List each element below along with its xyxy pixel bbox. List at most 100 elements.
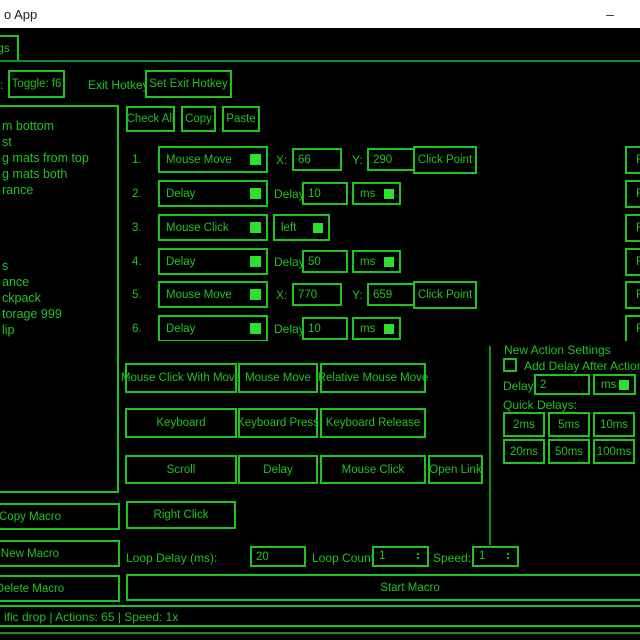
- y-input[interactable]: [367, 283, 417, 306]
- macro-list-item[interactable]: rance: [2, 183, 115, 199]
- x-label: X:: [276, 153, 287, 167]
- minimize-button[interactable]: –: [588, 0, 632, 28]
- macro-list-item[interactable]: s: [2, 259, 115, 275]
- new-macro-button[interactable]: New Macro: [0, 540, 120, 567]
- copy-button[interactable]: Copy: [181, 106, 216, 132]
- action-row-1: 1. Mouse Move X: Y: Click Point R: [119, 146, 640, 174]
- settings-delay-input[interactable]: [534, 374, 590, 395]
- macro-list-item[interactable]: g mats both: [2, 167, 115, 183]
- dropdown-arrow-icon: [250, 188, 261, 199]
- x-input[interactable]: [292, 283, 342, 306]
- toggle-hotkey-button[interactable]: Toggle: f6: [8, 70, 65, 98]
- check-all-button[interactable]: Check All: [126, 106, 175, 132]
- quick-delay-10ms-button[interactable]: 10ms: [593, 412, 635, 437]
- stepper-arrows-icon[interactable]: ▲▼: [414, 548, 422, 565]
- button-label: 2ms: [513, 419, 535, 431]
- action-type-dropdown[interactable]: Mouse Move: [158, 281, 268, 308]
- action-type-dropdown[interactable]: Delay: [158, 248, 268, 275]
- remove-button[interactable]: R: [625, 281, 640, 309]
- dropdown-arrow-icon: [384, 189, 394, 199]
- delay-input[interactable]: [302, 182, 348, 205]
- remove-label: R: [636, 256, 640, 268]
- row-number: 5.: [132, 288, 142, 302]
- delay-input[interactable]: [302, 250, 348, 273]
- delete-macro-button[interactable]: Delete Macro: [0, 575, 120, 602]
- quick-delay-2ms-button[interactable]: 2ms: [503, 412, 545, 437]
- unit-dropdown[interactable]: ms: [352, 317, 401, 340]
- remove-button[interactable]: R: [625, 248, 640, 276]
- remove-button[interactable]: R: [625, 315, 640, 341]
- loop-count-stepper[interactable]: 1 ▲▼: [372, 546, 429, 567]
- macro-list-item[interactable]: ckpack: [2, 291, 115, 307]
- set-exit-hotkey-button[interactable]: Set Exit Hotkey: [145, 70, 232, 98]
- add-mouse-click-with-move-button[interactable]: Mouse Click With Move: [125, 363, 237, 393]
- button-label: Relative Mouse Move: [318, 372, 429, 384]
- add-mouse-move-button[interactable]: Mouse Move: [238, 363, 318, 393]
- action-row-4: 4. Delay Delay ms R: [119, 248, 640, 276]
- quick-delay-50ms-button[interactable]: 50ms: [548, 439, 590, 464]
- unit-value: ms: [360, 188, 375, 200]
- add-scroll-button[interactable]: Scroll: [125, 455, 237, 484]
- add-relative-mouse-move-button[interactable]: Relative Mouse Move: [320, 363, 426, 393]
- click-point-button[interactable]: Click Point: [413, 281, 477, 309]
- action-type-dropdown[interactable]: Mouse Click: [158, 214, 268, 241]
- loop-delay-label: Loop Delay (ms):: [126, 551, 217, 565]
- x-label: X:: [276, 288, 287, 302]
- unit-dropdown[interactable]: ms: [352, 182, 401, 205]
- copy-macro-button[interactable]: Copy Macro: [0, 503, 120, 530]
- button-label: Delete Macro: [0, 583, 64, 595]
- action-type-dropdown[interactable]: Delay: [158, 315, 268, 341]
- app-window: o App – gs : Toggle: f6 Exit Hotkey: Set…: [0, 0, 640, 640]
- action-type-dropdown[interactable]: Delay: [158, 180, 268, 207]
- row-number: 3.: [132, 221, 142, 235]
- start-macro-button[interactable]: Start Macro: [126, 574, 640, 601]
- delay-input[interactable]: [302, 317, 348, 340]
- x-input[interactable]: [292, 148, 342, 171]
- settings-unit-dropdown[interactable]: ms: [593, 374, 636, 395]
- y-input[interactable]: [367, 148, 417, 171]
- button-label: Right Click: [154, 509, 209, 521]
- stepper-arrows-icon[interactable]: ▲▼: [504, 548, 512, 565]
- remove-button[interactable]: R: [625, 146, 640, 174]
- add-keyboard-press-button[interactable]: Keyboard Press: [238, 408, 318, 438]
- add-mouse-click-button[interactable]: Mouse Click: [320, 455, 426, 484]
- speed-stepper[interactable]: 1 ▲▼: [472, 546, 519, 567]
- button-label: Keyboard Release: [326, 417, 421, 429]
- speed-value: 1: [479, 550, 485, 562]
- add-right-click-button[interactable]: Right Click: [126, 501, 236, 529]
- action-type-value: Mouse Click: [166, 222, 229, 234]
- add-delay-button[interactable]: Delay: [238, 455, 318, 484]
- quick-delays-label: Quick Delays:: [503, 398, 577, 412]
- action-rows-viewport[interactable]: 1. Mouse Move X: Y: Click Point R 2. Del…: [119, 140, 640, 341]
- macro-list-item[interactable]: ance: [2, 275, 115, 291]
- mouse-button-dropdown[interactable]: left: [273, 214, 330, 241]
- macro-list-item[interactable]: m bottom: [2, 119, 115, 135]
- add-keyboard-release-button[interactable]: Keyboard Release: [320, 408, 426, 438]
- add-delay-after-action-checkbox[interactable]: [503, 358, 517, 372]
- hotkey-label-fragment: :: [0, 78, 3, 92]
- row-number: 1.: [132, 153, 142, 167]
- menu-separator-line: [0, 60, 640, 62]
- action-type-dropdown[interactable]: Mouse Move: [158, 146, 268, 173]
- macro-list-item[interactable]: torage 999: [2, 307, 115, 323]
- macro-list-item[interactable]: st: [2, 135, 115, 151]
- macro-list-item[interactable]: lip: [2, 323, 115, 339]
- quick-delay-100ms-button[interactable]: 100ms: [593, 439, 635, 464]
- paste-button[interactable]: Paste: [222, 106, 260, 132]
- loop-delay-input[interactable]: [250, 546, 306, 567]
- add-open-link-button[interactable]: Open Link: [428, 455, 483, 484]
- click-point-label: Click Point: [418, 289, 472, 301]
- remove-button[interactable]: R: [625, 180, 640, 208]
- remove-button[interactable]: R: [625, 214, 640, 242]
- macro-list-item[interactable]: g mats from top: [2, 151, 115, 167]
- quick-delay-20ms-button[interactable]: 20ms: [503, 439, 545, 464]
- click-point-button[interactable]: Click Point: [413, 146, 477, 174]
- add-keyboard-button[interactable]: Keyboard: [125, 408, 237, 438]
- action-row-5: 5. Mouse Move X: Y: Click Point R: [119, 281, 640, 309]
- macro-list: m bottom st g mats from top g mats both …: [0, 105, 119, 493]
- unit-dropdown[interactable]: ms: [352, 250, 401, 273]
- settings-menu-button[interactable]: gs: [0, 35, 19, 62]
- y-label: Y:: [352, 288, 363, 302]
- quick-delay-5ms-button[interactable]: 5ms: [548, 412, 590, 437]
- delay-label: Delay: [274, 255, 305, 269]
